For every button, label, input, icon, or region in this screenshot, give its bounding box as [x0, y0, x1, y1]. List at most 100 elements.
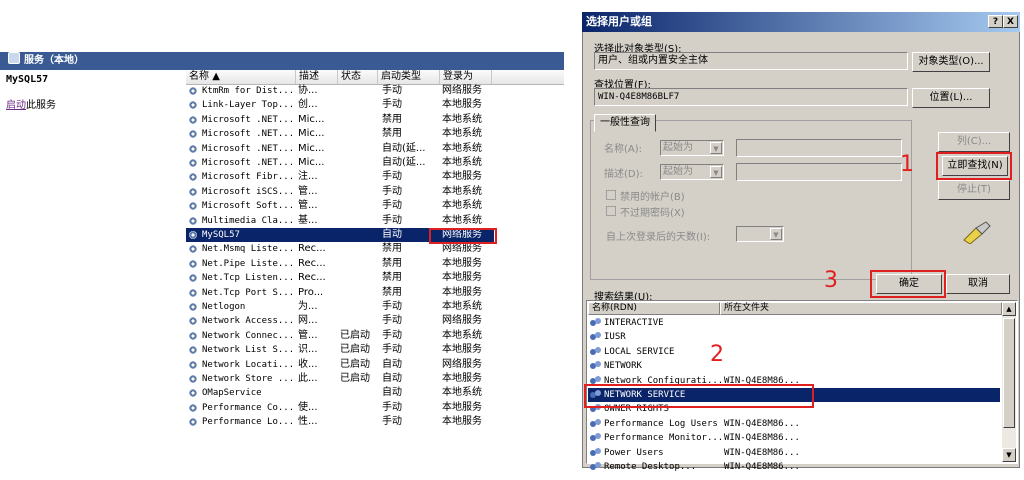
service-row[interactable]: Microsoft .NET... Mic... 自动(延... 本地系统 [186, 142, 494, 156]
service-description-cell: Mic... [298, 157, 325, 168]
service-row[interactable]: Multimedia Cla... 基... 手动 本地系统 [186, 214, 494, 228]
description-input[interactable] [736, 163, 902, 181]
column-header-logon-as[interactable]: 登录为 [440, 70, 492, 84]
service-gear-icon [189, 331, 197, 340]
service-row[interactable]: Microsoft .NET... Mic... 自动(延... 本地系统 [186, 156, 494, 170]
service-gear-icon [189, 216, 197, 225]
result-row[interactable]: Power Users WIN-Q4E8M86... [588, 446, 1000, 460]
scroll-up-arrow-icon[interactable]: ▲ [1002, 302, 1016, 316]
service-row[interactable]: Net.Tcp Port S... Pro... 禁用 本地服务 [186, 286, 494, 300]
days-since-logon-label: 自上次登录后的天数(I): [606, 232, 711, 243]
result-row[interactable]: LOCAL SERVICE [588, 345, 1000, 359]
results-scrollbar-thumb[interactable] [1003, 318, 1015, 428]
service-row[interactable]: Net.Msmq Liste... Rec... 禁用 网络服务 [186, 242, 494, 256]
service-row[interactable]: Performance Co... 使... 手动 本地服务 [186, 401, 494, 415]
description-label: 描述(D): [604, 169, 643, 180]
service-startup-cell: 手动 [382, 99, 402, 111]
service-name-cell: Network Store ... [202, 374, 294, 384]
result-row[interactable]: Performance Log Users WIN-Q4E8M86... [588, 417, 1000, 431]
service-row[interactable]: Network Locati... 收... 已启动 自动 网络服务 [186, 358, 494, 372]
locations-button[interactable]: 位置(L)... [912, 88, 990, 108]
help-button[interactable]: ? [988, 15, 1003, 28]
service-name-cell: Microsoft .NET... [202, 114, 294, 125]
service-name-cell: Net.Msmq Liste... [202, 244, 294, 255]
service-gear-icon [189, 288, 197, 297]
results-header-folder[interactable]: 所在文件夹 [720, 302, 1002, 315]
column-header-name[interactable]: 名称 ▲ [186, 70, 296, 84]
result-row[interactable]: Performance Monitor... WIN-Q4E8M86... [588, 431, 1000, 445]
service-description-cell: 注... [298, 171, 318, 183]
service-name-cell: Netlogon [202, 302, 246, 312]
cancel-button[interactable]: 取消 [946, 274, 1010, 294]
result-row[interactable]: NETWORK [588, 359, 1000, 373]
service-row[interactable]: Microsoft Soft... 管... 手动 本地系统 [186, 199, 494, 213]
service-startup-cell: 禁用 [382, 257, 402, 269]
close-button[interactable]: X [1003, 15, 1018, 28]
service-row[interactable]: Performance Lo... 性... 手动 本地服务 [186, 415, 494, 429]
service-row[interactable]: Network Store ... 此... 已启动 自动 本地服务 [186, 372, 494, 386]
service-row[interactable]: Link-Layer Top... 创... 手动 本地服务 [186, 98, 494, 112]
selected-service-name: MySQL57 [6, 74, 49, 85]
service-logon-cell: 本地服务 [442, 373, 482, 384]
service-gear-icon [189, 159, 197, 167]
service-logon-cell: 本地系统 [442, 142, 482, 154]
service-gear-icon [189, 317, 197, 326]
column-header-description[interactable]: 描述 [296, 70, 338, 84]
service-row[interactable]: Net.Tcp Listen... Rec... 禁用 本地服务 [186, 271, 494, 285]
services-title-bar: 服务（本地） [0, 52, 564, 70]
service-row[interactable]: Net.Pipe Liste... Rec... 禁用 本地服务 [186, 257, 494, 271]
service-row[interactable]: Network List S... 识... 已启动 手动 本地服务 [186, 343, 494, 357]
service-description-cell: Pro... [298, 286, 324, 298]
user-group-icon [590, 418, 602, 429]
scroll-down-arrow-icon[interactable]: ▼ [1002, 448, 1016, 462]
result-row[interactable]: IUSR [588, 330, 1000, 344]
service-description-cell: 网... [298, 315, 318, 327]
days-since-logon-select[interactable]: ▼ [736, 226, 784, 242]
user-group-icon [590, 447, 602, 458]
service-row[interactable]: Netlogon 为... 手动 本地系统 [186, 300, 494, 314]
service-row[interactable]: Microsoft .NET... Mic... 禁用 本地系统 [186, 113, 494, 127]
results-header-name[interactable]: 名称(RDN) [588, 302, 720, 315]
service-row[interactable]: Microsoft Fibr... 注... 手动 本地服务 [186, 170, 494, 184]
service-row[interactable]: Microsoft .NET... Mic... 禁用 本地系统 [186, 127, 494, 141]
service-row[interactable]: Microsoft iSCS... 管... 手动 本地系统 [186, 185, 494, 199]
service-gear-icon [189, 231, 197, 239]
service-row[interactable]: KtmRm for Dist... 协... 手动 网络服务 [186, 84, 494, 98]
columns-button[interactable]: 列(C)... [938, 132, 1010, 152]
service-description-cell: Mic... [298, 128, 325, 140]
column-header-status[interactable]: 状态 [338, 70, 378, 84]
service-gear-icon [189, 360, 197, 369]
service-row[interactable]: Network Connec... 管... 已启动 手动 本地系统 [186, 329, 494, 343]
object-types-button[interactable]: 对象类型(O)... [912, 52, 990, 72]
column-header-startup-type[interactable]: 启动类型 [378, 70, 440, 84]
result-row[interactable]: Remote Desktop... WIN-Q4E8M86... [588, 460, 1000, 474]
stop-button[interactable]: 停止(T) [938, 180, 1010, 200]
service-description-cell: 识... [298, 344, 318, 356]
service-startup-cell: 禁用 [382, 286, 402, 298]
result-row[interactable]: INTERACTIVE [588, 316, 1000, 330]
service-gear-icon [189, 173, 197, 182]
description-match-select[interactable]: 起始为 ▼ [660, 164, 724, 180]
service-logon-cell: 本地系统 [442, 113, 482, 125]
start-service-link[interactable]: 启动 [6, 100, 26, 111]
service-gear-icon [189, 303, 197, 311]
service-name-cell: Performance Lo... [202, 417, 294, 428]
start-service-text: 启动此服务 [6, 96, 56, 111]
service-startup-cell: 手动 [382, 214, 402, 226]
name-match-select[interactable]: 起始为 ▼ [660, 140, 724, 156]
service-gear-icon [189, 202, 197, 211]
annotation-3: 3 [824, 268, 838, 293]
tab-common-queries[interactable]: 一般性查询 [594, 114, 656, 132]
disabled-accounts-checkbox[interactable] [606, 190, 616, 200]
user-group-icon [590, 361, 602, 371]
service-status-cell: 已启动 [340, 329, 370, 341]
service-logon-cell: 网络服务 [442, 85, 482, 96]
no-expire-password-checkbox[interactable] [606, 206, 616, 216]
service-row[interactable]: OMapService 自动 本地系统 [186, 386, 494, 400]
name-input[interactable] [736, 139, 902, 157]
service-row[interactable]: Network Access... 网... 手动 网络服务 [186, 314, 494, 328]
service-name-cell: Link-Layer Top... [202, 100, 294, 111]
service-name-cell: Network Locati... [202, 359, 294, 370]
service-description-cell: 基... [298, 214, 318, 226]
services-gear-icon [8, 52, 20, 64]
